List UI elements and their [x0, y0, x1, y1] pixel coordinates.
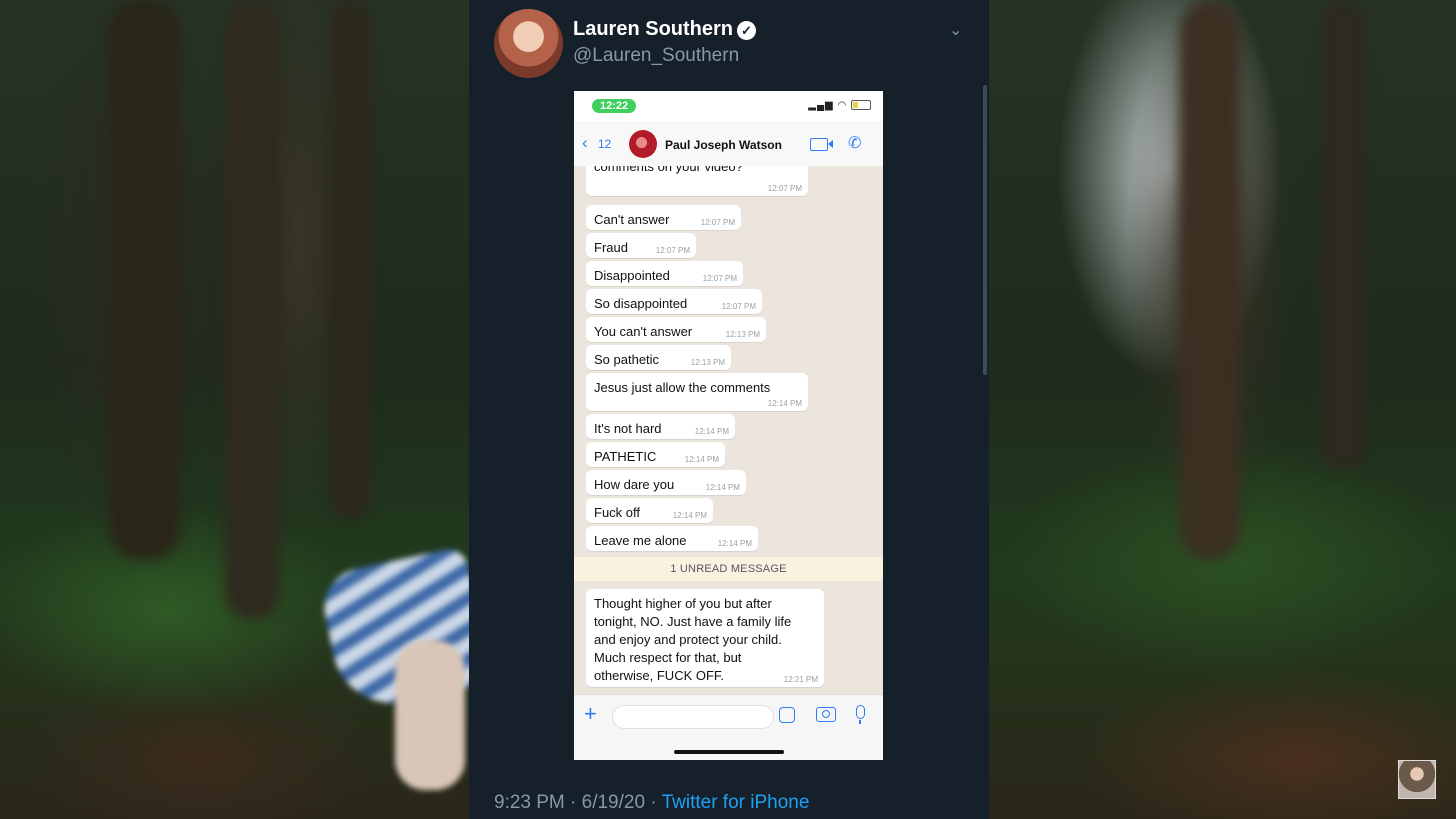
message-time: 12:14 PM: [684, 455, 719, 464]
message-time: 12:07 PM: [702, 274, 737, 283]
message-bubble: Fraud 12:07 PM: [586, 233, 696, 258]
verified-badge-icon: ✓: [737, 21, 756, 40]
message-time: 12:14 PM: [672, 511, 707, 520]
message-time: 12:14 PM: [705, 483, 740, 492]
message-time: 12:14 PM: [694, 427, 729, 436]
tree-trunk: [110, 0, 180, 560]
message-bubble: It's not hard 12:14 PM: [586, 414, 735, 439]
message-bubble: So pathetic 12:13 PM: [586, 345, 731, 370]
chevron-down-icon[interactable]: ⌄: [949, 20, 962, 40]
sticker-icon[interactable]: [779, 707, 795, 723]
ios-status-bar: 12:22 ▂▄▆ ◠: [574, 91, 883, 121]
tweet-timestamp[interactable]: 9:23 PM · 6/19/20 ·: [494, 792, 662, 813]
message-bubble: Disappointed 12:07 PM: [586, 261, 743, 286]
camera-icon[interactable]: [816, 707, 836, 722]
status-time: 12:22: [592, 99, 637, 113]
video-call-icon[interactable]: [810, 138, 833, 151]
contact-avatar[interactable]: [629, 130, 657, 158]
message-bubble: Fuck off 12:14 PM: [586, 498, 713, 523]
phone-call-icon[interactable]: ✆: [848, 133, 861, 153]
tree-trunk: [1320, 0, 1365, 470]
message-bubble: How dare you 12:14 PM: [586, 470, 746, 495]
message-time: 12:13 PM: [725, 330, 760, 339]
message-text: Jesus just allow the comments: [594, 380, 771, 395]
message-time: 12:13 PM: [690, 358, 725, 367]
attached-screenshot[interactable]: 12:22 ▂▄▆ ◠ ‹ 12 Paul Joseph Watson ✆ co…: [574, 91, 883, 760]
message-bubble: Can't answer 12:07 PM: [586, 205, 741, 230]
message-bubble: So disappointed 12:07 PM: [586, 289, 762, 314]
message-time: 12:07 PM: [721, 302, 756, 311]
chat-thread: comments on your video? 12:07 PM Can't a…: [574, 166, 883, 694]
tweet-source-link[interactable]: Twitter for iPhone: [662, 792, 810, 813]
message-input-bar: +: [574, 694, 883, 760]
tree-trunk: [225, 0, 280, 620]
author-handle[interactable]: @Lauren_Southern: [573, 45, 739, 67]
tweet-meta: 9:23 PM · 6/19/20 · Twitter for iPhone: [494, 792, 809, 814]
message-time: 12:21 PM: [783, 675, 818, 684]
back-chevron-icon[interactable]: ‹: [582, 133, 588, 153]
message-bubble: Jesus just allow the comments 12:14 PM: [586, 373, 808, 411]
message-time: 12:14 PM: [717, 539, 752, 548]
message-time: 12:07 PM: [655, 246, 690, 255]
scrollbar[interactable]: [983, 85, 987, 375]
blurred-leg: [395, 640, 465, 790]
microphone-icon[interactable]: [856, 705, 865, 724]
tweet-card[interactable]: Lauren Southern ✓ @Lauren_Southern ⌄ 12:…: [469, 0, 989, 819]
author-avatar[interactable]: [494, 9, 563, 78]
author-name[interactable]: Lauren Southern: [573, 18, 733, 41]
message-text: Thought higher of you but after tonight,…: [594, 596, 792, 683]
message-input[interactable]: [612, 705, 774, 729]
message-bubble: Thought higher of you but after tonight,…: [586, 589, 824, 687]
message-time: 12:14 PM: [767, 399, 802, 408]
message-bubble: You can't answer 12:13 PM: [586, 317, 766, 342]
channel-watermark-avatar[interactable]: [1398, 760, 1436, 799]
contact-name[interactable]: Paul Joseph Watson: [665, 138, 782, 152]
message-text: comments on your video?: [594, 166, 743, 174]
message-time: 12:07 PM: [700, 218, 735, 227]
message-bubble: Leave me alone 12:14 PM: [586, 526, 758, 551]
unread-banner: 1 UNREAD MESSAGE: [574, 557, 883, 581]
home-indicator: [674, 750, 784, 754]
plus-icon[interactable]: +: [584, 701, 597, 727]
message-bubble: comments on your video? 12:07 PM: [586, 166, 808, 196]
signal-wifi-battery-icon: ▂▄▆ ◠: [808, 100, 871, 111]
tree-trunk: [1180, 0, 1240, 560]
tree-trunk: [330, 0, 370, 520]
chat-header: ‹ 12 Paul Joseph Watson ✆: [574, 121, 883, 167]
message-bubble: PATHETIC 12:14 PM: [586, 442, 725, 467]
back-count[interactable]: 12: [598, 137, 611, 151]
message-time: 12:07 PM: [767, 184, 802, 193]
